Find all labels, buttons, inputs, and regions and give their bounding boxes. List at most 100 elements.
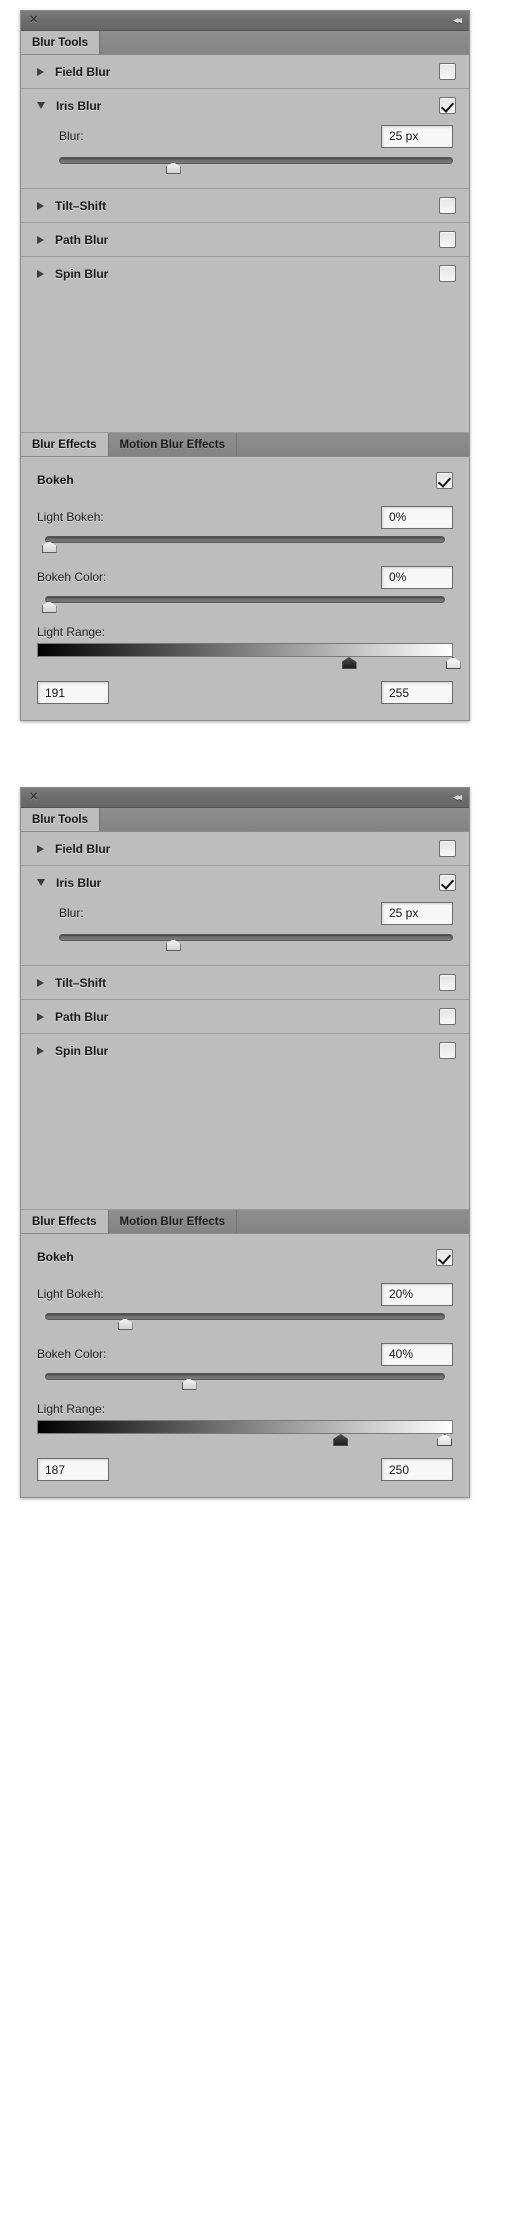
tab-blur-tools[interactable]: Blur Tools (21, 31, 101, 54)
section-tilt-shift: Tilt–Shift (21, 966, 469, 1000)
blur-tools-list: Field Blur Iris Blur Blur: 25 px Tilt–Sh… (21, 55, 469, 290)
section-header-iris-blur[interactable]: Iris Blur (21, 866, 469, 899)
panel-titlebar: ✕ ◂◂ (21, 11, 469, 31)
checkbox-spin-blur[interactable] (439, 265, 456, 282)
checkbox-field-blur[interactable] (439, 63, 456, 80)
checkbox-field-blur[interactable] (439, 840, 456, 857)
section-path-blur: Path Blur (21, 223, 469, 257)
close-icon[interactable]: ✕ (29, 15, 38, 26)
checkbox-bokeh[interactable] (436, 1248, 453, 1266)
section-path-blur: Path Blur (21, 1000, 469, 1034)
light-range-label: Light Range: (37, 625, 106, 639)
section-header-path-blur[interactable]: Path Blur (21, 223, 469, 256)
blur-amount-label: Blur: (59, 906, 84, 920)
tab-blur-effects[interactable]: Blur Effects (21, 433, 109, 456)
tab-motion-blur-effects[interactable]: Motion Blur Effects (108, 433, 237, 456)
chevron-right-icon[interactable] (37, 235, 44, 244)
light-bokeh-slider[interactable] (45, 1310, 445, 1330)
section-header-iris-blur[interactable]: Iris Blur (21, 89, 469, 122)
bokeh-color-input[interactable]: 40% (381, 1342, 453, 1366)
light-range-max-knob[interactable] (437, 1434, 453, 1446)
section-header-field-blur[interactable]: Field Blur (21, 55, 469, 88)
light-range-max-input[interactable]: 255 (381, 681, 453, 704)
light-range-min-knob[interactable] (333, 1434, 349, 1446)
section-label-path-blur: Path Blur (55, 232, 109, 247)
tabstrip-filler (236, 1210, 469, 1233)
tab-blur-tools[interactable]: Blur Tools (21, 808, 101, 831)
slider-track (45, 1373, 445, 1380)
bokeh-color-input[interactable]: 0% (381, 565, 453, 589)
light-bokeh-label: Light Bokeh: (37, 510, 104, 524)
light-bokeh-group: Light Bokeh: 0% (37, 505, 453, 553)
light-bokeh-input[interactable]: 0% (381, 505, 453, 529)
section-header-path-blur[interactable]: Path Blur (21, 1000, 469, 1033)
bokeh-color-slider[interactable] (41, 593, 445, 613)
blur-amount-input[interactable]: 25 px (381, 901, 453, 925)
bokeh-color-label: Bokeh Color: (37, 1347, 107, 1361)
checkbox-iris-blur[interactable] (439, 97, 456, 114)
section-header-field-blur[interactable]: Field Blur (21, 832, 469, 865)
iris-blur-body: Blur: 25 px (21, 122, 469, 188)
checkbox-tilt-shift[interactable] (439, 197, 456, 214)
section-header-spin-blur[interactable]: Spin Blur (21, 257, 469, 290)
collapse-arrows-icon[interactable]: ◂◂ (453, 792, 462, 803)
section-label-iris-blur: Iris Blur (56, 875, 102, 890)
checkbox-iris-blur[interactable] (439, 874, 456, 891)
slider-track (59, 157, 453, 164)
blur-effects-panel: Blur Effects Motion Blur Effects Bokeh L… (21, 433, 469, 720)
section-header-tilt-shift[interactable]: Tilt–Shift (21, 966, 469, 999)
slider-track (45, 596, 445, 603)
section-label-tilt-shift: Tilt–Shift (55, 198, 107, 213)
light-range-max-input[interactable]: 250 (381, 1458, 453, 1481)
blur-amount-row: Blur: 25 px (37, 122, 453, 150)
light-range-knobs (37, 657, 461, 671)
tab-motion-blur-effects[interactable]: Motion Blur Effects (108, 1210, 237, 1233)
checkbox-path-blur[interactable] (439, 231, 456, 248)
section-header-tilt-shift[interactable]: Tilt–Shift (21, 189, 469, 222)
blur-amount-slider[interactable] (59, 154, 453, 174)
chevron-right-icon[interactable] (37, 1012, 44, 1021)
iris-blur-body: Blur: 25 px (21, 899, 469, 965)
chevron-right-icon[interactable] (37, 1046, 44, 1055)
chevron-down-icon[interactable] (37, 879, 45, 886)
light-range-min-knob[interactable] (341, 657, 357, 669)
light-bokeh-row: Light Bokeh: 0% (37, 505, 453, 529)
bokeh-color-label: Bokeh Color: (37, 570, 107, 584)
slider-track (45, 536, 445, 543)
light-range-control[interactable] (37, 643, 461, 671)
chevron-down-icon[interactable] (37, 102, 45, 109)
checkbox-bokeh[interactable] (436, 471, 453, 489)
light-range-min-input[interactable]: 191 (37, 681, 109, 704)
tab-blur-effects[interactable]: Blur Effects (21, 1210, 109, 1233)
blur-amount-slider[interactable] (59, 931, 453, 951)
section-spin-blur: Spin Blur (21, 257, 469, 290)
light-bokeh-row: Light Bokeh: 20% (37, 1282, 453, 1306)
blur-amount-input[interactable]: 25 px (381, 124, 453, 148)
bokeh-color-group: Bokeh Color: 0% (37, 565, 453, 613)
collapse-arrows-icon[interactable]: ◂◂ (453, 15, 462, 26)
checkbox-spin-blur[interactable] (439, 1042, 456, 1059)
bokeh-color-slider[interactable] (45, 1370, 445, 1390)
light-range-min-input[interactable]: 187 (37, 1458, 109, 1481)
checkbox-tilt-shift[interactable] (439, 974, 456, 991)
close-icon[interactable]: ✕ (29, 792, 38, 803)
section-label-spin-blur: Spin Blur (55, 1043, 109, 1058)
section-iris-blur: Iris Blur Blur: 25 px (21, 89, 469, 189)
chevron-right-icon[interactable] (37, 978, 44, 987)
chevron-right-icon[interactable] (37, 269, 44, 278)
light-bokeh-input[interactable]: 20% (381, 1282, 453, 1306)
chevron-right-icon[interactable] (37, 844, 44, 853)
light-range-control[interactable] (37, 1420, 453, 1448)
section-header-spin-blur[interactable]: Spin Blur (21, 1034, 469, 1067)
blur-tools-tabstrip: Blur Tools (21, 808, 469, 832)
light-bokeh-slider[interactable] (41, 533, 445, 553)
blur-amount-label: Blur: (59, 129, 84, 143)
blur-panel-2: ✕ ◂◂ Blur Tools Field Blur Iris Blur Blu… (20, 787, 470, 1498)
light-range-gradient (37, 643, 453, 657)
light-range-max-knob[interactable] (445, 657, 461, 669)
blur-effects-tabstrip: Blur Effects Motion Blur Effects (21, 1210, 469, 1234)
checkbox-path-blur[interactable] (439, 1008, 456, 1025)
chevron-right-icon[interactable] (37, 67, 44, 76)
chevron-right-icon[interactable] (37, 201, 44, 210)
light-bokeh-label: Light Bokeh: (37, 1287, 104, 1301)
